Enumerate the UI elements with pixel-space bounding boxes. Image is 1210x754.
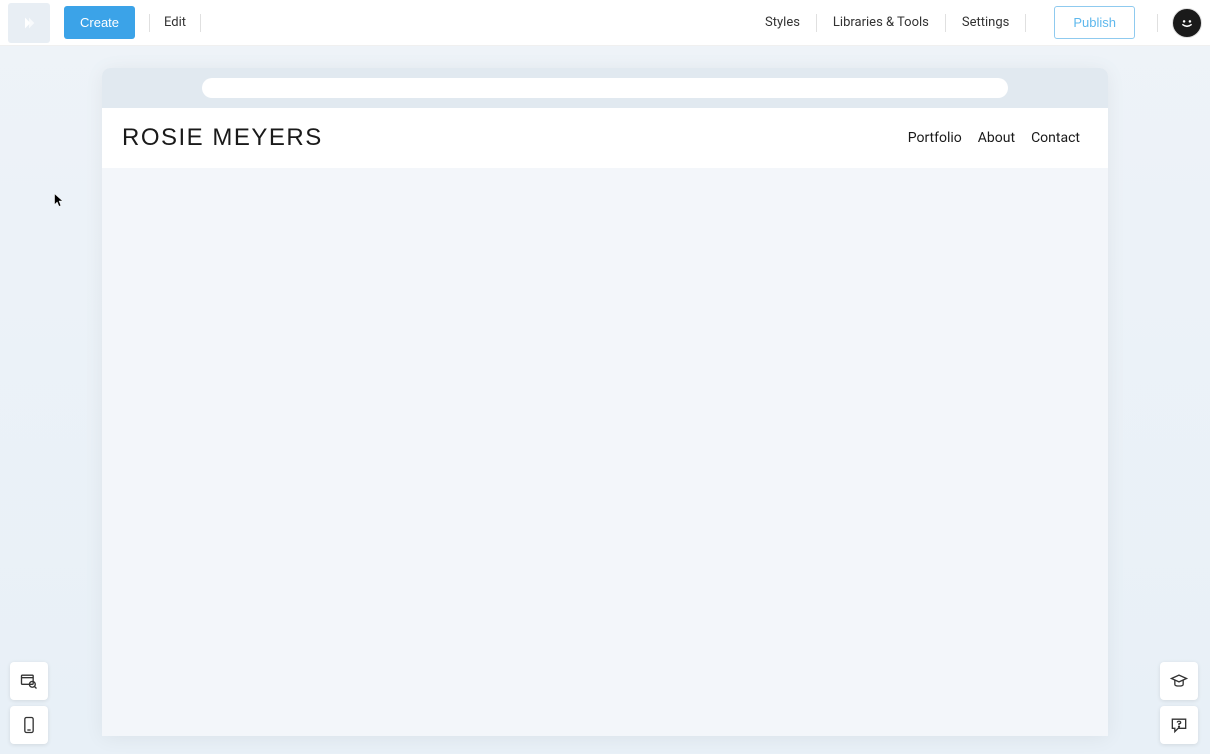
toolbar-divider bbox=[945, 14, 946, 32]
site-title[interactable]: ROSIE MEYERS bbox=[122, 124, 323, 152]
learn-button[interactable] bbox=[1160, 662, 1198, 700]
page-search-icon bbox=[19, 671, 39, 691]
edit-link[interactable]: Edit bbox=[164, 15, 186, 30]
browser-chrome-bar bbox=[102, 68, 1108, 108]
nav-link-about[interactable]: About bbox=[978, 130, 1015, 146]
publish-button[interactable]: Publish bbox=[1054, 6, 1135, 39]
mouse-cursor-icon bbox=[53, 193, 65, 209]
page-canvas[interactable]: ROSIE MEYERS Portfolio About Contact bbox=[102, 68, 1108, 736]
nav-link-portfolio[interactable]: Portfolio bbox=[908, 130, 962, 146]
smiley-face-icon bbox=[1177, 13, 1197, 33]
toolbar-divider bbox=[1025, 14, 1026, 32]
toolbar-right-group: Styles Libraries & Tools Settings Publis… bbox=[763, 6, 1202, 39]
mobile-preview-button[interactable] bbox=[10, 706, 48, 744]
help-button[interactable] bbox=[1160, 706, 1198, 744]
toolbar-divider bbox=[816, 14, 817, 32]
graduation-cap-icon bbox=[1169, 671, 1189, 691]
create-button[interactable]: Create bbox=[64, 6, 135, 39]
nav-link-contact[interactable]: Contact bbox=[1031, 130, 1080, 146]
preview-search-button[interactable] bbox=[10, 662, 48, 700]
site-navigation: Portfolio About Contact bbox=[908, 130, 1088, 146]
settings-link[interactable]: Settings bbox=[960, 15, 1011, 30]
site-header: ROSIE MEYERS Portfolio About Contact bbox=[102, 108, 1108, 168]
help-chat-icon bbox=[1169, 715, 1189, 735]
url-bar[interactable] bbox=[202, 78, 1008, 98]
app-toolbar: Create Edit Styles Libraries & Tools Set… bbox=[0, 0, 1210, 46]
toolbar-divider bbox=[1157, 14, 1158, 32]
logo-arrow-icon bbox=[21, 15, 37, 31]
toolbar-divider bbox=[149, 14, 150, 32]
site-body-empty[interactable] bbox=[102, 168, 1108, 736]
toolbar-left-group: Create Edit bbox=[8, 3, 215, 43]
libraries-tools-link[interactable]: Libraries & Tools bbox=[831, 15, 931, 30]
styles-link[interactable]: Styles bbox=[763, 15, 802, 30]
toolbar-divider bbox=[200, 14, 201, 32]
mobile-device-icon bbox=[19, 715, 39, 735]
app-logo[interactable] bbox=[8, 3, 50, 43]
user-avatar[interactable] bbox=[1172, 8, 1202, 38]
